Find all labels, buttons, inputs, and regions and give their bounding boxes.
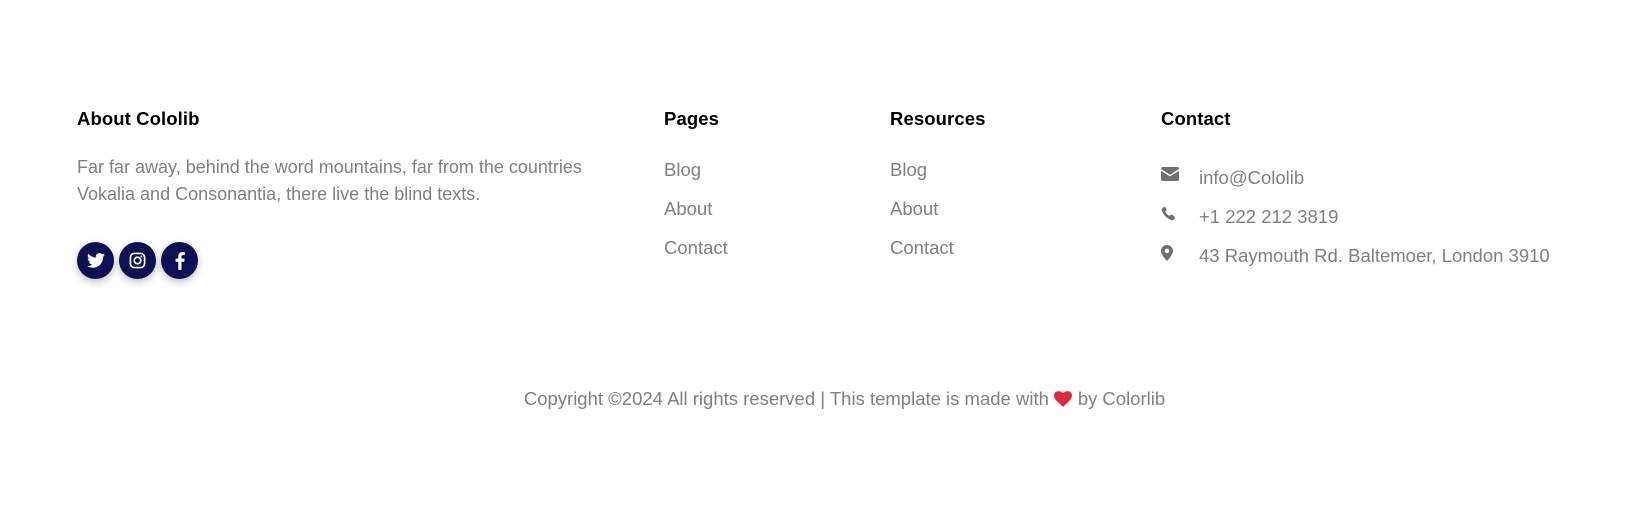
contact-phone-item: +1 222 212 3819	[1161, 197, 1601, 236]
contact-address-item: 43 Raymouth Rd. Baltemoer, London 3910	[1161, 236, 1601, 275]
pages-link-blog[interactable]: Blog	[664, 159, 701, 180]
pages-link-about[interactable]: About	[664, 198, 712, 219]
resources-heading: Resources	[890, 108, 986, 129]
contact-list: info@Cololib +1 222 212 3819 43 Raymouth…	[1161, 158, 1601, 275]
envelope-icon	[1161, 165, 1199, 191]
instagram-icon	[129, 252, 146, 269]
list-item: About	[664, 197, 864, 236]
contact-heading: Contact	[1161, 108, 1231, 129]
heart-icon	[1053, 391, 1072, 407]
facebook-button[interactable]	[161, 242, 198, 279]
phone-icon	[1161, 204, 1199, 230]
contact-column: Contact info@Cololib +1 222 212 3819 43 …	[1161, 106, 1601, 275]
contact-phone-link[interactable]: +1 222 212 3819	[1199, 205, 1338, 229]
resources-link-contact[interactable]: Contact	[890, 237, 954, 258]
list-item: Blog	[664, 158, 864, 197]
pages-heading: Pages	[664, 108, 720, 129]
list-item: Blog	[890, 158, 1110, 197]
copyright: Copyright ©2024 All rights reserved | Th…	[0, 387, 1627, 411]
about-column: About Cololib Far far away, behind the w…	[77, 106, 597, 279]
site-footer: About Cololib Far far away, behind the w…	[0, 0, 1627, 517]
pages-links: Blog About Contact	[664, 158, 864, 275]
pages-link-contact[interactable]: Contact	[664, 237, 728, 258]
instagram-button[interactable]	[119, 242, 156, 279]
list-item: About	[890, 197, 1110, 236]
contact-email-link[interactable]: info@Cololib	[1199, 166, 1304, 190]
list-item: Contact	[664, 236, 864, 275]
map-marker-icon	[1161, 243, 1199, 269]
resources-links: Blog About Contact	[890, 158, 1110, 275]
twitter-button[interactable]	[77, 242, 114, 279]
colorlib-link[interactable]: Colorlib	[1102, 387, 1165, 411]
resources-link-blog[interactable]: Blog	[890, 159, 927, 180]
resources-link-about[interactable]: About	[890, 198, 938, 219]
contact-address-text: 43 Raymouth Rd. Baltemoer, London 3910	[1199, 244, 1550, 266]
pages-column: Pages Blog About Contact	[664, 106, 864, 275]
contact-email-item: info@Cololib	[1161, 158, 1601, 197]
social-links	[77, 242, 597, 279]
about-heading: About Cololib	[77, 108, 200, 129]
resources-column: Resources Blog About Contact	[890, 106, 1110, 275]
about-text: Far far away, behind the word mountains,…	[77, 157, 582, 204]
facebook-icon	[175, 251, 185, 270]
copyright-text: Copyright ©2024 All rights reserved | Th…	[523, 388, 1049, 409]
twitter-icon	[86, 253, 105, 268]
copyright-by: by	[1077, 388, 1098, 409]
list-item: Contact	[890, 236, 1110, 275]
